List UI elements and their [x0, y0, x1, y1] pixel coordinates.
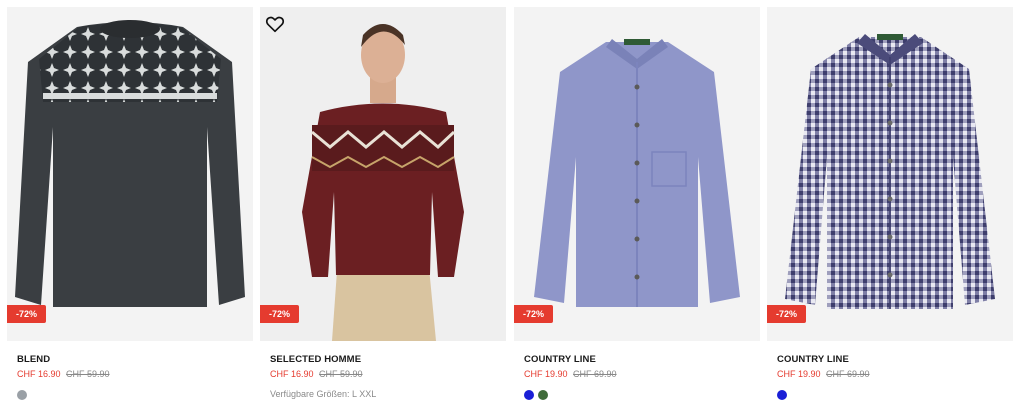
product-card[interactable]: -72% SELECTED HOMME CHF 16.90 CHF 59.90 … — [260, 7, 506, 407]
sale-price: CHF 19.90 — [524, 369, 568, 379]
sale-price: CHF 19.90 — [777, 369, 821, 379]
product-brand[interactable]: COUNTRY LINE — [777, 354, 849, 365]
product-brand[interactable]: BLEND — [17, 354, 50, 365]
color-swatch[interactable] — [538, 390, 548, 400]
product-price: CHF 19.90 CHF 69.90 — [777, 369, 870, 379]
product-image[interactable] — [767, 7, 1013, 341]
original-price: CHF 69.90 — [826, 369, 870, 379]
product-image[interactable] — [7, 7, 253, 341]
product-image[interactable] — [514, 7, 760, 341]
wishlist-heart-icon[interactable] — [264, 13, 286, 35]
product-price: CHF 16.90 CHF 59.90 — [270, 369, 363, 379]
original-price: CHF 69.90 — [573, 369, 617, 379]
color-swatch[interactable] — [524, 390, 534, 400]
product-brand[interactable]: SELECTED HOMME — [270, 354, 361, 365]
color-swatch[interactable] — [17, 390, 27, 400]
color-swatches — [524, 390, 548, 400]
product-card[interactable]: -72% COUNTRY LINE CHF 19.90 CHF 69.90 — [514, 7, 760, 407]
color-swatches — [777, 390, 787, 400]
discount-badge: -72% — [767, 305, 807, 323]
product-price: CHF 16.90 CHF 59.90 — [17, 369, 110, 379]
discount-badge: -72% — [514, 305, 554, 323]
sale-price: CHF 16.90 — [17, 369, 61, 379]
product-grid: -72% BLEND CHF 16.90 CHF 59.90 -72% SELE… — [7, 7, 1017, 407]
product-card[interactable]: -72% BLEND CHF 16.90 CHF 59.90 — [7, 7, 253, 407]
product-image[interactable] — [260, 7, 506, 341]
discount-badge: -72% — [260, 305, 300, 323]
color-swatches — [17, 390, 27, 400]
available-sizes: Verfügbare Größen: L XXL — [270, 389, 377, 399]
product-brand[interactable]: COUNTRY LINE — [524, 354, 596, 365]
product-card[interactable]: -72% COUNTRY LINE CHF 19.90 CHF 69.90 — [767, 7, 1013, 407]
sale-price: CHF 16.90 — [270, 369, 314, 379]
product-price: CHF 19.90 CHF 69.90 — [524, 369, 617, 379]
original-price: CHF 59.90 — [319, 369, 363, 379]
discount-badge: -72% — [7, 305, 47, 323]
original-price: CHF 59.90 — [66, 369, 110, 379]
color-swatch[interactable] — [777, 390, 787, 400]
